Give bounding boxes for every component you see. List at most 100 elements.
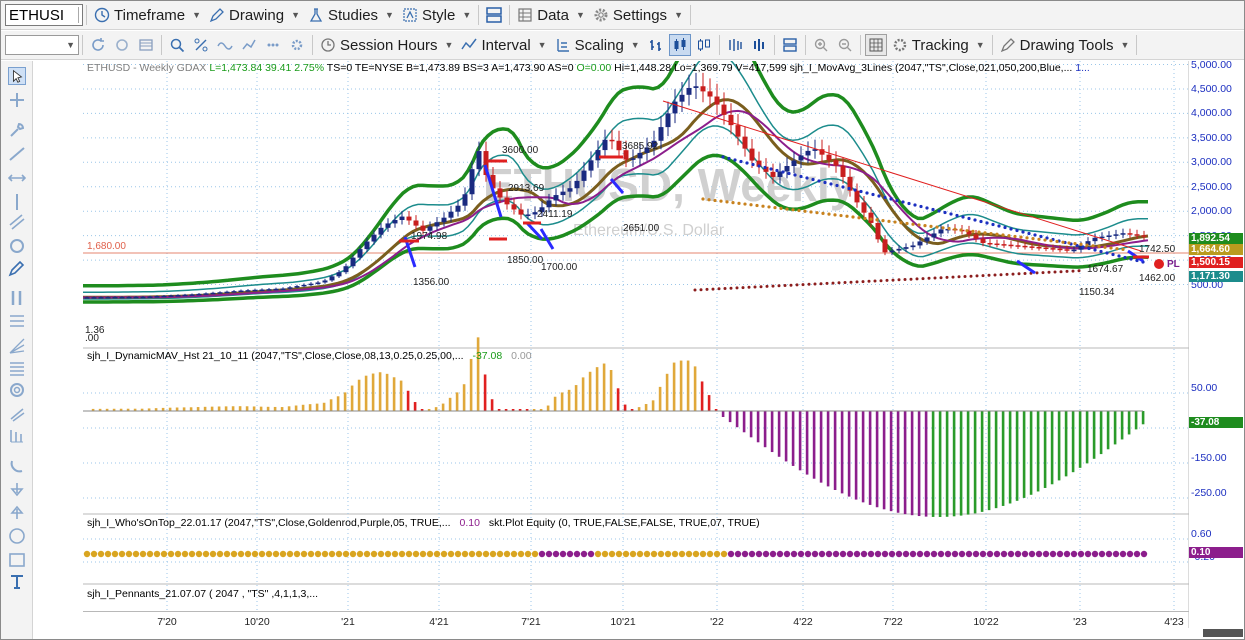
line-icon[interactable] xyxy=(238,34,260,56)
candle-body xyxy=(210,292,216,295)
arc-tool-icon[interactable] xyxy=(8,457,26,475)
projection-dot xyxy=(1027,231,1031,236)
arrow-up-icon[interactable] xyxy=(8,503,26,521)
projection-dot xyxy=(773,206,777,210)
circle-tool-icon[interactable] xyxy=(8,237,26,255)
bars-tool-icon[interactable] xyxy=(8,289,26,307)
horizontal-line-icon[interactable] xyxy=(8,169,26,187)
wave-icon[interactable] xyxy=(214,34,236,56)
equity-dot xyxy=(398,550,406,558)
settings-button[interactable]: Settings ▼ xyxy=(589,3,687,27)
candle-body xyxy=(1057,248,1063,251)
zoom-chart-icon[interactable] xyxy=(166,34,188,56)
histogram-bar xyxy=(1071,411,1075,473)
projection-dot xyxy=(727,156,731,161)
projection-dot xyxy=(1081,245,1085,249)
channel-icon[interactable] xyxy=(8,213,26,231)
ohlc-icon[interactable] xyxy=(724,34,746,56)
candle-body xyxy=(826,154,832,161)
chart-canvas[interactable]: ETHUSD, Weekly Ethereum/U.S. Dollar 3600… xyxy=(1,9,1190,628)
candle-body xyxy=(1134,234,1140,236)
equity-dot xyxy=(573,550,581,558)
price-axis-label: 3,500.00 xyxy=(1191,131,1232,144)
projection-dot xyxy=(957,275,961,279)
bar-chart-icon[interactable] xyxy=(645,34,667,56)
crosshair-icon[interactable] xyxy=(8,91,26,109)
scrollbar-thumb[interactable] xyxy=(1203,629,1243,637)
zoom-in-icon[interactable] xyxy=(810,34,832,56)
rectangle-icon[interactable] xyxy=(8,551,26,569)
candle-body xyxy=(392,220,398,224)
equity-dot xyxy=(804,550,812,558)
equity-dot xyxy=(132,550,140,558)
percent-icon[interactable] xyxy=(190,34,212,56)
symbol-input[interactable]: ETHUSI xyxy=(5,4,83,26)
levels-icon[interactable] xyxy=(8,359,26,377)
time-axis[interactable]: 7'20 10'20 '21 4'21 7'21 10'21 '22 4'22 7'22 10'2… xyxy=(83,611,1189,639)
data-button[interactable]: Data ▼ xyxy=(513,3,589,27)
settings-small-icon[interactable] xyxy=(286,34,308,56)
table-icon[interactable] xyxy=(135,34,157,56)
scaling-button[interactable]: Scaling ▼ xyxy=(551,33,644,57)
projection-dot xyxy=(759,285,763,289)
projection-dot xyxy=(987,273,991,277)
projection-dot xyxy=(1117,254,1121,258)
equity-dot xyxy=(384,550,392,558)
spiral-icon[interactable] xyxy=(8,381,26,399)
price-label: 3600.00 xyxy=(502,145,539,156)
pointer-icon[interactable] xyxy=(8,67,26,85)
grid-toggle-icon[interactable] xyxy=(864,34,887,56)
projection-dot xyxy=(693,288,697,292)
histogram-bar xyxy=(231,406,235,411)
fib-fan-icon[interactable] xyxy=(8,337,26,355)
equity-dot xyxy=(706,550,714,558)
dots-icon[interactable] xyxy=(262,34,284,56)
hollow-candle-icon[interactable] xyxy=(693,34,715,56)
candle-body xyxy=(574,180,580,189)
price-axis[interactable]: 5,000.00 4,500.00 4,000.00 3,500.00 3,000.00… xyxy=(1189,59,1244,628)
projection-dot xyxy=(717,287,721,291)
wrench-icon[interactable] xyxy=(8,121,26,139)
reload-icon[interactable] xyxy=(111,34,133,56)
session-hours-button[interactable]: Session Hours ▼ xyxy=(316,33,457,57)
projection-dot xyxy=(875,218,879,222)
zoom-out-icon[interactable] xyxy=(834,34,856,56)
candlestick-icon[interactable] xyxy=(668,34,691,56)
header-part: Hi=1,448.28 Lo=1,369.79 V=417,599 sjh_I_… xyxy=(611,62,1073,74)
candle-body xyxy=(476,151,482,170)
tracking-button[interactable]: Tracking ▼ xyxy=(888,33,989,57)
drawing-button[interactable]: Drawing ▼ xyxy=(205,3,304,27)
panel-layout-icon[interactable] xyxy=(779,34,801,56)
volume-icon[interactable] xyxy=(748,34,770,56)
equity-dot xyxy=(909,550,917,558)
separator xyxy=(1136,35,1138,55)
style-button[interactable]: Style ▼ xyxy=(398,3,475,27)
pencil-tool-icon[interactable] xyxy=(8,259,26,277)
candle-body xyxy=(833,160,839,166)
fib-icon[interactable] xyxy=(8,313,26,331)
interval-button[interactable]: Interval ▼ xyxy=(457,33,550,57)
projection-dot xyxy=(1007,234,1011,238)
projection-dot xyxy=(1003,225,1007,230)
arc-icon[interactable] xyxy=(8,405,26,423)
timeframe-button[interactable]: Timeframe ▼ xyxy=(90,3,205,27)
histogram-bar xyxy=(896,411,900,513)
chart-selector-dropdown[interactable]: ▼ xyxy=(5,35,79,55)
histogram-bar xyxy=(588,371,592,411)
projection-dot xyxy=(903,278,907,281)
text-tool-icon[interactable] xyxy=(8,573,26,591)
equity-dot xyxy=(755,550,763,558)
arrow-down-icon[interactable] xyxy=(8,481,26,499)
window-layout-icon[interactable] xyxy=(483,4,505,26)
studies-button[interactable]: Studies ▼ xyxy=(304,3,398,27)
drawing-tools-button[interactable]: Drawing Tools ▼ xyxy=(996,33,1134,57)
candle-body xyxy=(728,114,734,126)
ellipse-icon[interactable] xyxy=(8,527,26,545)
projection-dot xyxy=(939,276,943,280)
projection-dot xyxy=(1055,239,1059,244)
trendline-icon[interactable] xyxy=(8,145,26,163)
andrews-icon[interactable] xyxy=(8,427,26,445)
vertical-line-icon[interactable] xyxy=(8,193,26,211)
projection-dot xyxy=(857,216,861,220)
refresh-icon[interactable] xyxy=(87,34,109,56)
